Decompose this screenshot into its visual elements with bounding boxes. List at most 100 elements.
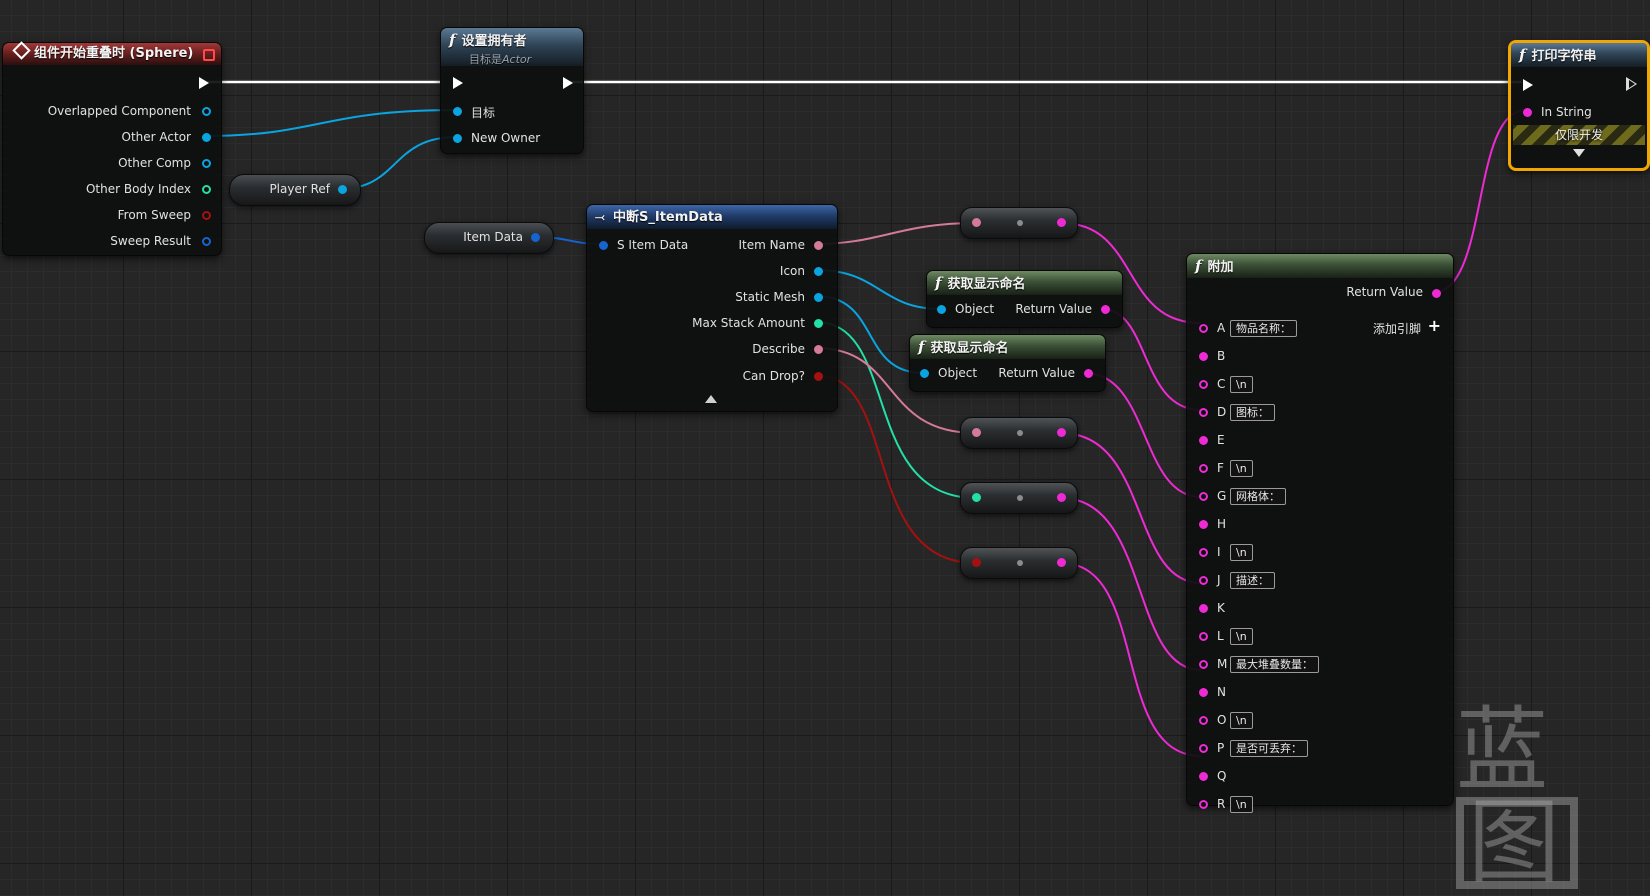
append-title: 附加 <box>1207 260 1234 275</box>
event-node-header[interactable]: 组件开始重叠时 (Sphere) <box>3 41 221 65</box>
append-pin-value-input[interactable]: 图标： <box>1230 404 1275 421</box>
append-pin-d[interactable] <box>1199 408 1208 417</box>
exec-out-pin[interactable] <box>563 77 573 89</box>
reroute-out-pin[interactable] <box>1057 218 1066 227</box>
player-ref-out-pin[interactable] <box>338 185 347 194</box>
object-pin[interactable] <box>937 305 946 314</box>
break-item-data-node[interactable]: ⤙ 中断S_ItemData S Item Data Item Name Icon… <box>586 204 838 412</box>
append-pin-e[interactable] <box>1199 436 1208 445</box>
append-pin-value-input[interactable]: 物品名称： <box>1230 320 1297 337</box>
append-pin-h[interactable] <box>1199 520 1208 529</box>
append-node[interactable]: f 附加 Return Value 添加引脚 + A 物品名称： B C \n D 图标： E F… <box>1186 253 1454 813</box>
reroute-node-describe[interactable] <box>960 417 1078 449</box>
reroute-in-pin[interactable] <box>972 558 981 567</box>
reroute-in-pin[interactable] <box>972 218 981 227</box>
expand-arrow-icon[interactable] <box>1573 149 1585 157</box>
other-actor-pin[interactable] <box>202 133 211 142</box>
pin-label-s-item-data: S Item Data <box>617 238 689 252</box>
append-pin-b[interactable] <box>1199 352 1208 361</box>
from-sweep-pin[interactable] <box>202 211 211 220</box>
overlapped-component-pin[interactable] <box>202 107 211 116</box>
append-pin-m[interactable] <box>1199 660 1208 669</box>
pin-label-return-value: Return Value <box>1015 302 1092 316</box>
new-owner-pin[interactable] <box>453 134 462 143</box>
append-pin-f[interactable] <box>1199 464 1208 473</box>
exec-out-pin[interactable] <box>199 77 209 89</box>
pin-label-static-mesh: Static Mesh <box>735 290 805 304</box>
exec-in-pin[interactable] <box>453 77 463 89</box>
reroute-out-pin[interactable] <box>1057 493 1066 502</box>
exec-in-pin[interactable] <box>1523 79 1533 91</box>
append-pin-value-input[interactable]: \n <box>1230 628 1253 645</box>
append-pin-l[interactable] <box>1199 632 1208 641</box>
player-ref-variable[interactable]: Player Ref <box>229 174 361 206</box>
append-pin-value-input[interactable]: \n <box>1230 544 1253 561</box>
item-data-variable[interactable]: Item Data <box>424 222 554 254</box>
append-pin-value-input[interactable]: 是否可丢弃： <box>1230 740 1308 757</box>
append-pin-p[interactable] <box>1199 744 1208 753</box>
add-pin-plus-icon[interactable]: + <box>1428 316 1441 335</box>
reroute-in-pin[interactable] <box>972 493 981 502</box>
append-pin-value-input[interactable]: \n <box>1230 712 1253 729</box>
describe-pin[interactable] <box>814 345 823 354</box>
reroute-out-pin[interactable] <box>1057 428 1066 437</box>
reroute-in-pin[interactable] <box>972 428 981 437</box>
append-pin-value-input[interactable]: 网格体： <box>1230 488 1286 505</box>
append-pin-label: M <box>1217 657 1228 671</box>
append-pin-k[interactable] <box>1199 604 1208 613</box>
get-display-name-node-1[interactable]: f 获取显示命名 Object Return Value <box>926 270 1123 328</box>
sweep-result-pin[interactable] <box>202 237 211 246</box>
item-data-out-pin[interactable] <box>531 233 540 242</box>
max-stack-amount-pin[interactable] <box>814 319 823 328</box>
display-name-1-header[interactable]: f 获取显示命名 <box>927 271 1122 295</box>
append-header[interactable]: f 附加 <box>1187 254 1453 278</box>
append-pin-j[interactable] <box>1199 576 1208 585</box>
append-pin-a[interactable] <box>1199 324 1208 333</box>
append-pin-q[interactable] <box>1199 772 1208 781</box>
append-pin-n[interactable] <box>1199 688 1208 697</box>
return-value-pin[interactable] <box>1101 305 1110 314</box>
set-owner-node[interactable]: f 设置拥有者 目标是Actor 目标 New Owner <box>440 27 584 154</box>
append-pin-value-input[interactable]: 最大堆叠数量： <box>1230 656 1319 673</box>
append-pin-g[interactable] <box>1199 492 1208 501</box>
display-name-2-title: 获取显示命名 <box>930 341 1009 356</box>
can-drop-pin[interactable] <box>814 372 823 381</box>
add-pin-label[interactable]: 添加引脚 <box>1373 320 1421 337</box>
append-pin-o[interactable] <box>1199 716 1208 725</box>
reroute-node-can-drop[interactable] <box>960 547 1078 579</box>
append-pin-label: E <box>1217 433 1225 447</box>
icon-pin[interactable] <box>814 267 823 276</box>
collapse-arrow-icon[interactable] <box>705 395 717 403</box>
return-value-pin[interactable] <box>1084 369 1093 378</box>
set-owner-subtitle: 目标是Actor <box>469 53 532 66</box>
append-pin-i[interactable] <box>1199 548 1208 557</box>
target-pin[interactable] <box>453 107 462 116</box>
get-display-name-node-2[interactable]: f 获取显示命名 Object Return Value <box>909 334 1106 392</box>
break-node-header[interactable]: ⤙ 中断S_ItemData <box>587 205 837 229</box>
delegate-pin-icon[interactable] <box>203 49 215 61</box>
object-pin[interactable] <box>920 369 929 378</box>
static-mesh-pin[interactable] <box>814 293 823 302</box>
append-pin-r[interactable] <box>1199 800 1208 809</box>
display-name-2-header[interactable]: f 获取显示命名 <box>910 335 1105 359</box>
other-comp-pin[interactable] <box>202 159 211 168</box>
reroute-node-item-name[interactable] <box>960 207 1078 239</box>
append-pin-value-input[interactable]: \n <box>1230 376 1253 393</box>
set-owner-header[interactable]: f 设置拥有者 目标是Actor <box>441 28 583 66</box>
s-item-data-pin[interactable] <box>599 241 608 250</box>
append-pin-label: R <box>1217 797 1226 811</box>
reroute-out-pin[interactable] <box>1057 558 1066 567</box>
append-pin-value-input[interactable]: \n <box>1230 460 1253 477</box>
append-pin-value-input[interactable]: 描述： <box>1230 572 1275 589</box>
event-overlap-node[interactable]: 组件开始重叠时 (Sphere) Overlapped Component Ot… <box>2 41 222 256</box>
item-name-pin[interactable] <box>814 241 823 250</box>
print-string-header[interactable]: f 打印字符串 <box>1511 43 1647 67</box>
in-string-pin[interactable] <box>1523 108 1532 117</box>
pin-label-can-drop: Can Drop? <box>742 369 805 383</box>
reroute-node-max-stack[interactable] <box>960 482 1078 514</box>
other-body-index-pin[interactable] <box>202 185 211 194</box>
append-pin-c[interactable] <box>1199 380 1208 389</box>
append-pin-value-input[interactable]: \n <box>1230 796 1253 813</box>
append-return-value-pin[interactable] <box>1432 289 1441 298</box>
print-string-node[interactable]: f 打印字符串 In String 仅限开发 <box>1508 40 1650 171</box>
